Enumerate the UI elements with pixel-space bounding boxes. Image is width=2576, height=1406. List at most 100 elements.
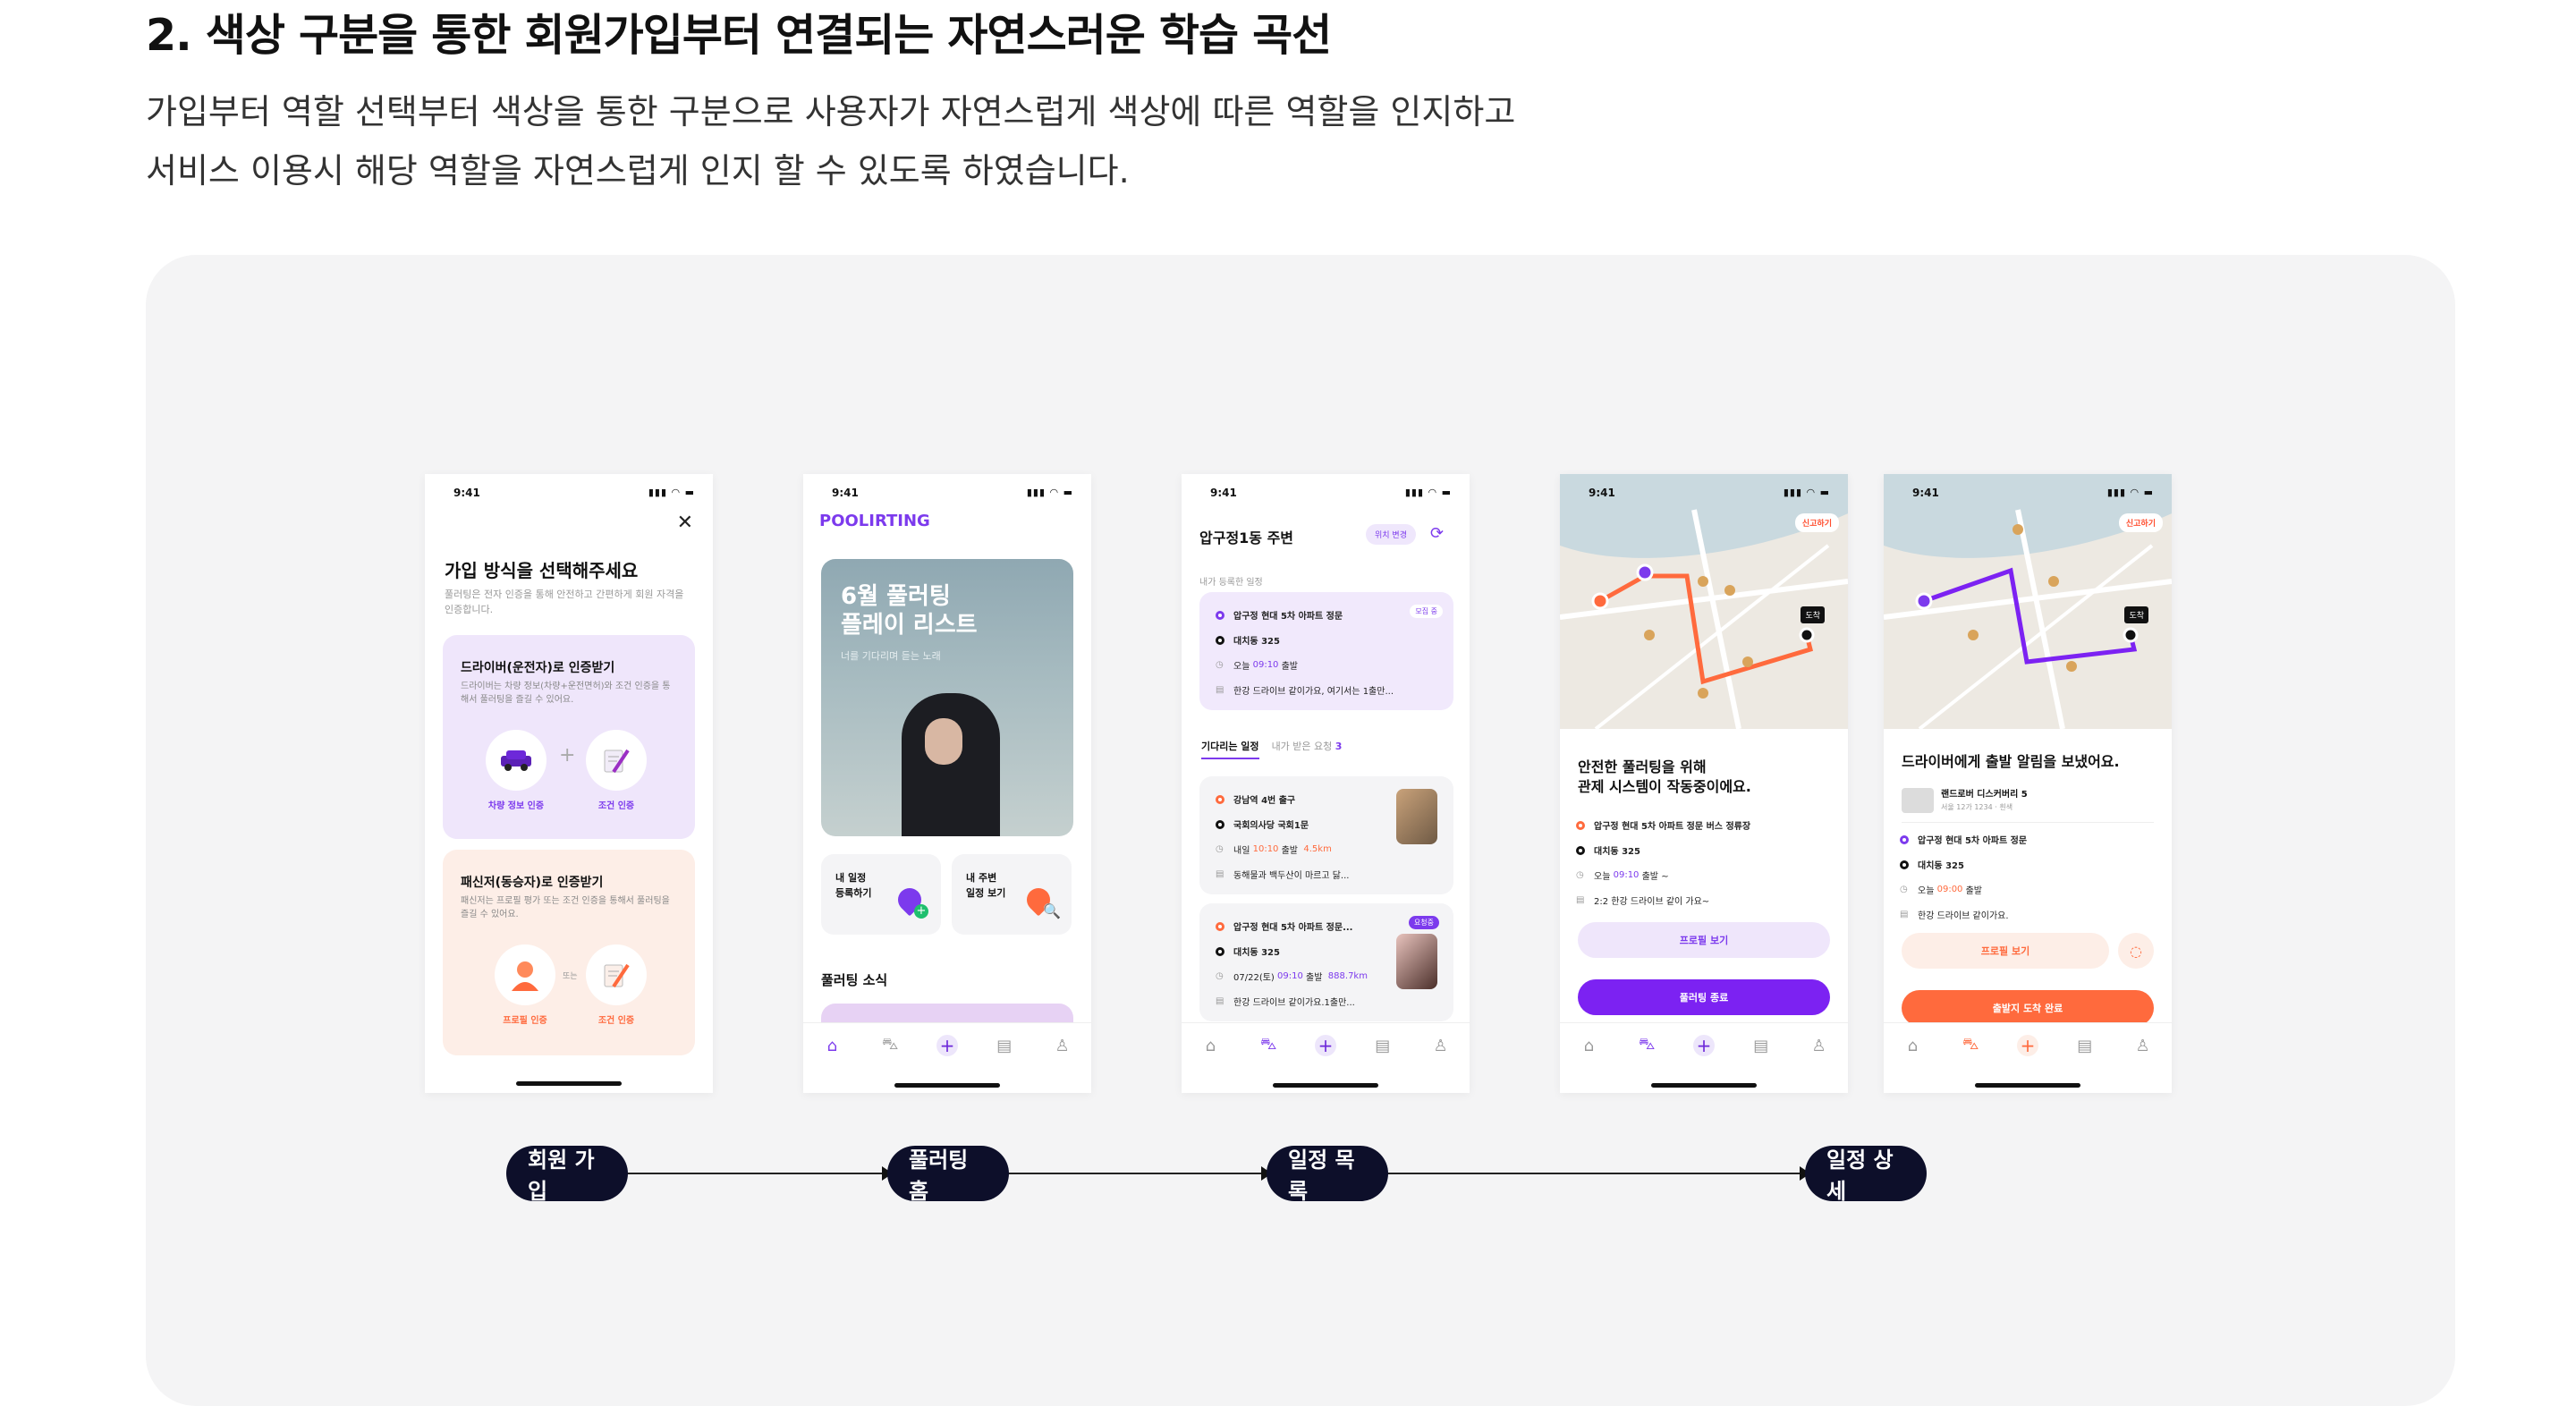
- report-button[interactable]: 신고하기: [2118, 513, 2163, 532]
- profile-icon[interactable]: ♙: [1808, 1034, 1831, 1057]
- route-to-text: 국회의사당 국회1문: [1233, 821, 1309, 831]
- driver-card-desc: 드라이버는 차량 정보(차량+운전면허)와 조건 인증을 통해서 풀러팅을 즐길…: [461, 682, 671, 705]
- route-to: 대치동 325: [1576, 843, 1640, 857]
- car-info: 서울 12가 1234 · 흰색: [1941, 803, 2013, 811]
- schedule-item[interactable]: 요청중 압구정 현대 5차 아파트 정문... 대치동 325 ◷ 07/22(토…: [1199, 903, 1453, 1021]
- section-description: 가입부터 역할 선택부터 색상을 통한 구분으로 사용자가 자연스럽게 색상에 …: [146, 82, 1515, 200]
- time-value: 09:10: [1613, 870, 1640, 880]
- home-icon[interactable]: ⌂: [1199, 1034, 1222, 1057]
- condition-auth-label-2: 조건 인증: [597, 1016, 635, 1026]
- register-schedule-tile[interactable]: 내 일정 등록하기 +: [821, 854, 941, 935]
- change-location-button[interactable]: 위치 변경: [1366, 524, 1416, 545]
- schedule-item[interactable]: 강남역 4번 출구 국회의사당 국회1문 ◷ 내일 10:10 출발 4.5km …: [1199, 776, 1453, 894]
- report-button[interactable]: 신고하기: [1794, 513, 1839, 532]
- profile-icon[interactable]: ♙: [1051, 1034, 1074, 1057]
- phone-schedule-list: 9:41 ▮▮▮ ◠ ▬ 압구정1동 주변 위치 변경 ⟳ 내가 등록한 일정 …: [1182, 474, 1470, 1093]
- route-to-text: 대치동 325: [1233, 637, 1280, 647]
- clock-icon: ◷: [1216, 971, 1224, 981]
- route-map-lines: [1884, 509, 2172, 729]
- route-note: ▤ 한강 드라이브 같이가요, 여기서는 1출만...: [1216, 683, 1394, 697]
- tile-label: 내 주변 일정 보기: [966, 870, 1005, 901]
- passenger-card-title: 패신저(동승자)로 인증받기: [461, 876, 604, 890]
- home-icon[interactable]: ⌂: [1577, 1034, 1600, 1057]
- tile-label-line-1: 내 일정: [835, 872, 867, 884]
- profile-icon[interactable]: ♙: [1429, 1034, 1453, 1057]
- home-icon[interactable]: ⌂: [820, 1034, 843, 1057]
- tab-received[interactable]: 내가 받은 요청 3: [1272, 741, 1343, 752]
- avatar: [1396, 934, 1437, 989]
- banner-photo: [902, 693, 1000, 836]
- document-icon[interactable]: ▤: [1371, 1034, 1394, 1057]
- status-badge: 요청중: [1408, 916, 1439, 929]
- route-note: ▤ 한강 드라이브 같이가요.1출만...: [1216, 995, 1355, 1008]
- avatar: [1396, 789, 1437, 844]
- route-note: ▤ 2:2 한강 드라이브 같이 가요~: [1576, 894, 1709, 907]
- route-from: 강남역 4번 출구: [1216, 792, 1295, 806]
- plus-icon: +: [559, 744, 576, 767]
- document-icon[interactable]: ▤: [1750, 1034, 1773, 1057]
- clock-icon: ◷: [1576, 870, 1584, 880]
- section-title: 2. 색상 구분을 통한 회원가입부터 연결되는 자연스러운 학습 곡선: [146, 10, 1332, 61]
- time-value: 10:10: [1252, 844, 1279, 854]
- home-indicator: [1975, 1083, 2080, 1088]
- search-icon: 🔍: [1043, 902, 1061, 919]
- car-tab-icon[interactable]: ⛍: [1959, 1034, 1982, 1057]
- arrival-complete-button[interactable]: 출발지 도착 완료: [1902, 990, 2154, 1026]
- status-bar: 9:41 ▮▮▮ ◠ ▬: [1182, 474, 1470, 510]
- add-tab-icon[interactable]: +: [1314, 1035, 1336, 1056]
- pencil-doc-icon: [586, 944, 647, 1005]
- home-icon[interactable]: ⌂: [1901, 1034, 1924, 1057]
- route-from-text: 압구정 현대 5차 아파트 정문...: [1233, 923, 1353, 933]
- playlist-banner[interactable]: 6월 풀러팅 플레이 리스트 너를 기다리며 듣는 노래: [821, 559, 1073, 836]
- car-tab-icon[interactable]: ⛍: [1635, 1034, 1658, 1057]
- note-text: 2:2 한강 드라이브 같이 가요~: [1594, 897, 1710, 907]
- driver-card[interactable]: 드라이버(운전자)로 인증받기 드라이버는 차량 정보(차량+운전면허)와 조건…: [443, 635, 695, 839]
- refresh-icon[interactable]: ⟳: [1430, 524, 1444, 543]
- document-icon[interactable]: ▤: [993, 1034, 1016, 1057]
- tile-label-line-1: 내 주변: [966, 872, 997, 884]
- tile-label: 내 일정 등록하기: [835, 870, 871, 901]
- flow-step-home: 풀러팅 홈: [887, 1146, 1009, 1204]
- car-tab-icon[interactable]: ⛍: [878, 1034, 902, 1057]
- status-time: 9:41: [1210, 487, 1237, 499]
- time-suffix: 출발: [1306, 973, 1323, 983]
- car-tab-icon[interactable]: ⛍: [1257, 1034, 1280, 1057]
- location-header: 압구정1동 주변: [1199, 529, 1294, 546]
- note-icon: ▤: [1216, 996, 1224, 1006]
- home-indicator: [1651, 1083, 1757, 1088]
- status-badge: 모집 중: [1410, 605, 1443, 618]
- car-name: 랜드로버 디스커버리 5: [1941, 790, 2028, 800]
- passenger-card-desc: 패신저는 프로필 평가 또는 조건 인증을 통해서 풀러팅을 즐길 수 있어요.: [461, 896, 670, 919]
- route-to: 대치동 325: [1216, 944, 1280, 958]
- arrival-marker: 도착: [2124, 606, 2148, 623]
- time-suffix: 출발: [1281, 846, 1299, 856]
- route-note: ▤ 동해물과 백두산이 마르고 닳...: [1216, 868, 1349, 881]
- sheet-title-line-2: 관제 시스템이 작동중이에요.: [1578, 778, 1751, 795]
- end-pooling-button[interactable]: 풀러팅 종료: [1578, 979, 1830, 1015]
- add-tab-icon[interactable]: +: [1692, 1035, 1715, 1056]
- add-tab-icon[interactable]: +: [2016, 1035, 2038, 1056]
- route-from: 압구정 현대 5차 아파트 정문: [1900, 833, 2027, 846]
- passenger-card[interactable]: 패신저(동승자)로 인증받기 패신저는 프로필 평가 또는 조건 인증을 통해서…: [443, 850, 695, 1055]
- route-to-text: 대치동 325: [1594, 847, 1640, 857]
- route-map[interactable]: 9:41 ▮▮▮ ◠ ▬ 신고하기 도착: [1560, 474, 1848, 729]
- route-map[interactable]: 9:41 ▮▮▮ ◠ ▬ 신고하기 도착: [1884, 474, 2172, 729]
- profile-icon[interactable]: ♙: [2131, 1034, 2155, 1057]
- close-icon[interactable]: ✕: [677, 512, 693, 534]
- profile-view-button[interactable]: 프로필 보기: [1902, 933, 2109, 969]
- flow-connector: [1005, 1173, 1265, 1174]
- my-schedule-card[interactable]: 모집 중 압구정 현대 5차 아파트 정문 대치동 325 ◷ 오늘 09:10 …: [1199, 592, 1453, 710]
- signal-icons: ▮▮▮ ◠ ▬: [2106, 487, 2154, 498]
- tab-received-label: 내가 받은 요청: [1271, 741, 1333, 752]
- route-from-text: 압구정 현대 5차 아파트 정문 버스 정류장: [1594, 822, 1751, 832]
- add-tab-icon[interactable]: +: [936, 1035, 958, 1056]
- document-icon[interactable]: ▤: [2073, 1034, 2097, 1057]
- time-prefix: 내일: [1233, 846, 1250, 856]
- tab-waiting[interactable]: 기다리는 일정: [1201, 741, 1259, 759]
- divider: [1902, 822, 2154, 823]
- arrival-marker: 도착: [1801, 606, 1825, 623]
- profile-view-button[interactable]: 프로필 보기: [1578, 922, 1830, 958]
- chat-icon[interactable]: ◌: [2118, 933, 2154, 969]
- route-from-text: 강남역 4번 출구: [1233, 796, 1296, 806]
- nearby-schedule-tile[interactable]: 내 주변 일정 보기 🔍: [952, 854, 1072, 935]
